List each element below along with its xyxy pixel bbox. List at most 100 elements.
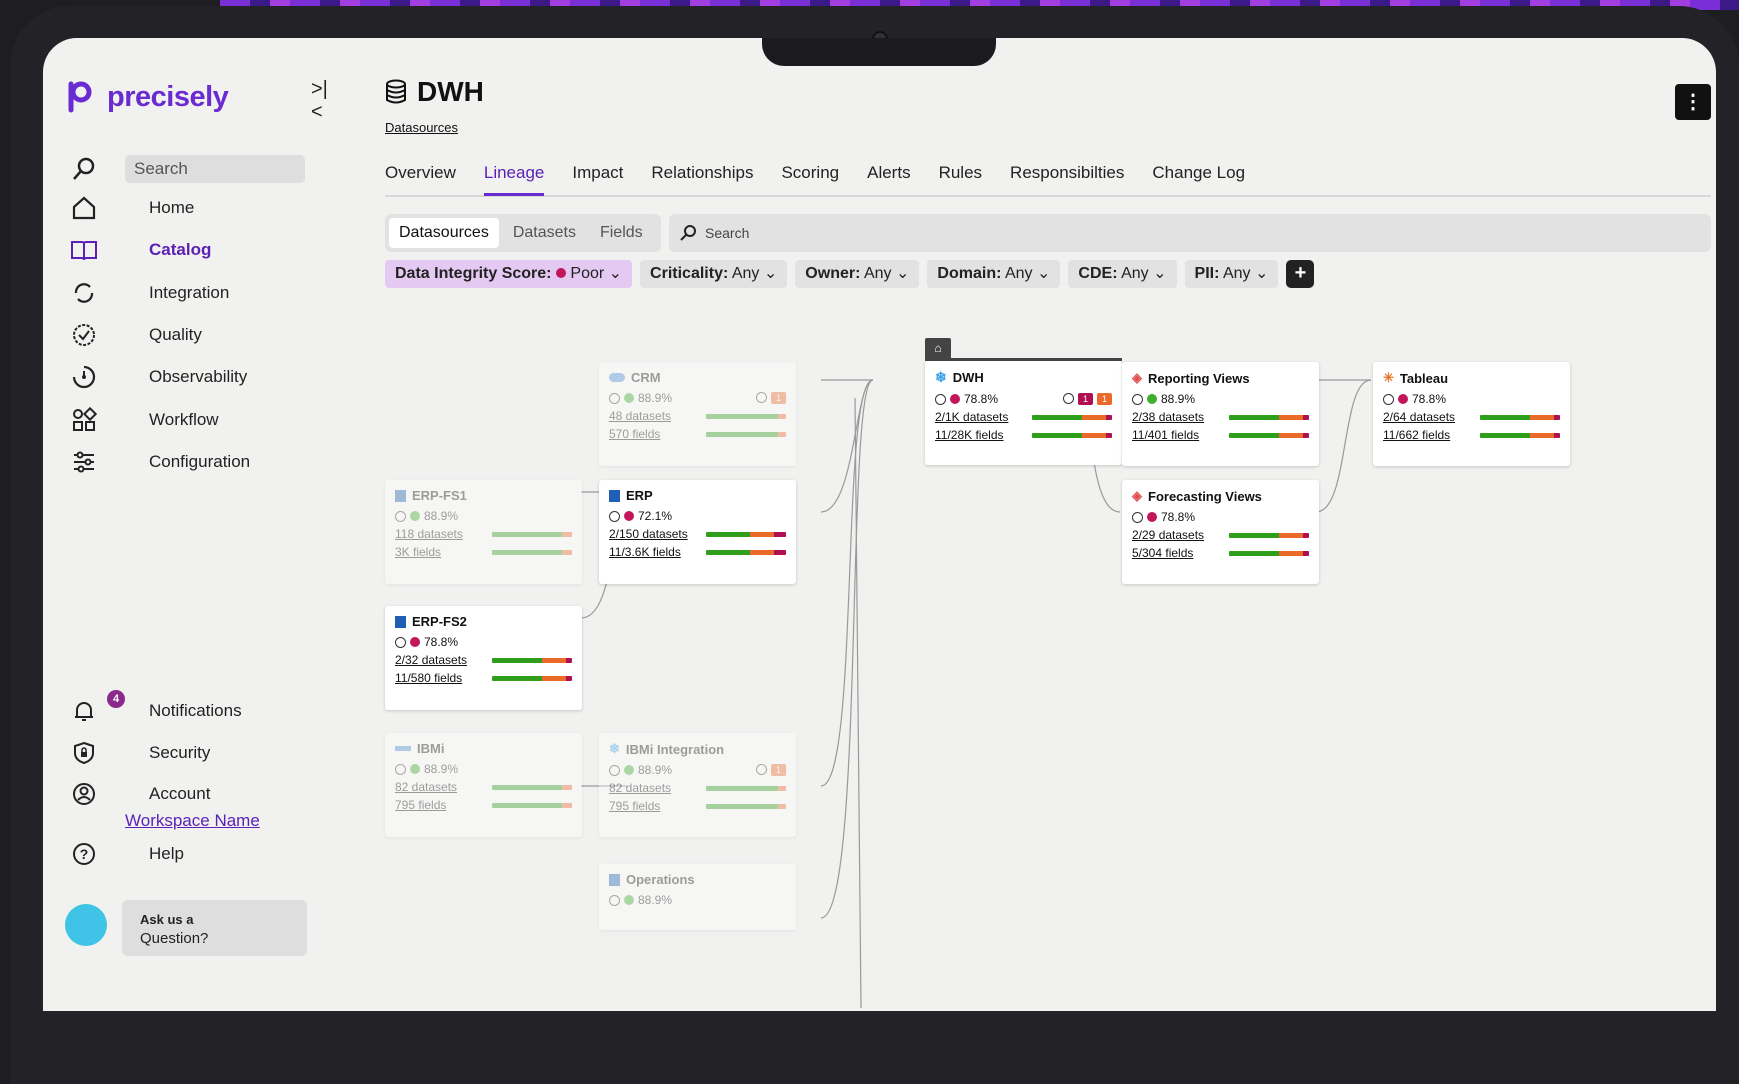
lineage-node-operations[interactable]: Operations 88.9% bbox=[599, 864, 796, 930]
score-value: 88.9% bbox=[638, 391, 673, 405]
notification-count-badge: 4 bbox=[107, 690, 125, 708]
datasets-link[interactable]: 2/32 datasets bbox=[395, 653, 467, 667]
alert-tag: 1 bbox=[770, 392, 786, 404]
fields-row: 5/304 fields bbox=[1132, 546, 1309, 560]
quality-icon bbox=[1132, 393, 1143, 405]
fields-link[interactable]: 795 fields bbox=[395, 798, 446, 812]
sidebar-item-home[interactable]: Home bbox=[67, 193, 194, 223]
server-icon bbox=[395, 746, 411, 751]
lineage-node-tableau[interactable]: ✳ Tableau 78.8% 2/64 datasets 11/662 fiel… bbox=[1373, 362, 1570, 466]
datasets-link[interactable]: 2/29 datasets bbox=[1132, 528, 1204, 542]
sidebar-item-label: Quality bbox=[149, 325, 202, 344]
sidebar-item-label: Observability bbox=[149, 367, 248, 386]
hexagon-icon bbox=[395, 489, 406, 502]
fields-row: 11/28K fields bbox=[935, 428, 1112, 442]
main-content: DWH Datasources ⋮ Overview Lineage Impac… bbox=[385, 38, 1716, 1011]
observability-icon bbox=[755, 392, 767, 403]
fields-link[interactable]: 11/28K fields bbox=[935, 428, 1004, 442]
datasets-link[interactable]: 2/1K datasets bbox=[935, 410, 1008, 424]
datasets-link[interactable]: 2/150 datasets bbox=[609, 527, 688, 541]
score-status-icon bbox=[624, 895, 634, 905]
lineage-node-ibmi-integration[interactable]: ❄ IBMi Integration 88.9% 1 82 datasets 795… bbox=[599, 733, 796, 837]
fields-link[interactable]: 795 fields bbox=[609, 799, 660, 813]
shield-icon bbox=[67, 738, 101, 768]
score-value: 88.9% bbox=[424, 509, 459, 523]
node-name: Operations bbox=[626, 872, 695, 887]
sidebar-item-configuration[interactable]: Configuration bbox=[67, 447, 250, 477]
lineage-node-ibmi[interactable]: IBMi 88.9% 82 datasets 795 fields bbox=[385, 733, 582, 837]
lineage-node-erp[interactable]: ERP 72.1% 2/150 datasets 11/3.6K fields bbox=[599, 480, 796, 584]
datasets-link[interactable]: 82 datasets bbox=[395, 780, 457, 794]
score-bar bbox=[1229, 414, 1309, 420]
lineage-node-forecasting-views[interactable]: ◈ Forecasting Views 78.8% 2/29 datasets 5… bbox=[1122, 480, 1319, 584]
node-title: IBMi bbox=[395, 741, 572, 756]
score-bar bbox=[1229, 432, 1309, 438]
cloud-icon bbox=[609, 373, 625, 382]
sidebar-item-quality[interactable]: Quality bbox=[67, 320, 202, 350]
fields-link[interactable]: 570 fields bbox=[609, 427, 660, 441]
tableau-icon: ✳ bbox=[1383, 370, 1394, 385]
home-node-icon[interactable]: ⌂ bbox=[925, 338, 951, 358]
fields-link[interactable]: 11/662 fields bbox=[1383, 428, 1450, 442]
score-bar bbox=[492, 531, 572, 537]
lineage-node-erp-fs2[interactable]: ERP-FS2 78.8% 2/32 datasets 11/580 field… bbox=[385, 606, 582, 710]
score-bar bbox=[492, 675, 572, 681]
datasets-link[interactable]: 48 datasets bbox=[609, 409, 671, 423]
datasets-link[interactable]: 2/38 datasets bbox=[1132, 410, 1204, 424]
snowflake-icon: ❄ bbox=[609, 741, 620, 756]
sidebar-item-help[interactable]: ? Help bbox=[67, 839, 184, 869]
sidebar-item-security[interactable]: Security bbox=[67, 738, 210, 768]
layers-icon: ◈ bbox=[1132, 488, 1142, 503]
datasets-row: 2/64 datasets bbox=[1383, 410, 1560, 424]
sidebar-item-account[interactable]: Account bbox=[67, 779, 210, 809]
sidebar-item-observability[interactable]: Observability bbox=[67, 362, 247, 392]
lineage-node-crm[interactable]: CRM 88.9% 1 48 datasets 570 fields bbox=[599, 362, 796, 466]
sidebar-item-catalog[interactable]: Catalog bbox=[67, 235, 211, 265]
score-value: 88.9% bbox=[638, 893, 673, 907]
fields-link[interactable]: 11/3.6K fields bbox=[609, 545, 681, 559]
node-title: ❄ DWH bbox=[935, 369, 1112, 386]
node-score: 88.9% bbox=[609, 893, 786, 907]
fields-link[interactable]: 11/580 fields bbox=[395, 671, 462, 685]
alert-tag-warning[interactable]: 1 bbox=[1096, 393, 1112, 405]
sidebar-item-integration[interactable]: Integration bbox=[67, 278, 229, 308]
sidebar-search-input[interactable]: Search bbox=[125, 155, 305, 183]
device-bottom-bezel bbox=[10, 1011, 1739, 1084]
alert-tags: 1 bbox=[755, 392, 786, 404]
lineage-node-reporting-views[interactable]: ◈ Reporting Views 88.9% 2/38 datasets 11/… bbox=[1122, 362, 1319, 466]
sidebar-item-label: Notifications bbox=[149, 701, 242, 720]
fields-link[interactable]: 11/401 fields bbox=[1132, 428, 1199, 442]
datasets-link[interactable]: 2/64 datasets bbox=[1383, 410, 1455, 424]
hexagon-icon bbox=[609, 489, 620, 502]
quality-icon bbox=[67, 320, 101, 350]
fields-link[interactable]: 3K fields bbox=[395, 545, 441, 559]
sliders-icon bbox=[67, 447, 101, 477]
datasets-row: 48 datasets bbox=[609, 409, 786, 423]
workflow-icon bbox=[67, 405, 101, 435]
fields-row: 11/580 fields bbox=[395, 671, 572, 685]
quality-icon bbox=[395, 636, 406, 648]
datasets-link[interactable]: 82 datasets bbox=[609, 781, 671, 795]
sidebar-item-notifications[interactable]: 4 Notifications bbox=[67, 690, 242, 726]
alert-tag: 1 bbox=[770, 764, 786, 776]
alert-tag-critical[interactable]: 1 bbox=[1077, 393, 1093, 405]
sidebar-item-workflow[interactable]: Workflow bbox=[67, 405, 219, 435]
chat-avatar-icon[interactable] bbox=[65, 904, 107, 946]
fields-link[interactable]: 5/304 fields bbox=[1132, 546, 1193, 560]
workspace-name-link[interactable]: Workspace Name bbox=[125, 811, 260, 831]
score-bar bbox=[492, 802, 572, 808]
lineage-node-erp-fs1[interactable]: ERP-FS1 88.9% 118 datasets 3K fields bbox=[385, 480, 582, 584]
collapse-sidebar-icon[interactable]: >|< bbox=[311, 78, 333, 124]
ask-question-button[interactable]: Ask us a Question? bbox=[122, 900, 307, 956]
datasets-row: 82 datasets bbox=[609, 781, 786, 795]
node-name: ERP-FS2 bbox=[412, 614, 467, 629]
lineage-node-dwh[interactable]: ❄ DWH 78.8% 1 1 2/1K datasets 11/28K fields bbox=[925, 361, 1122, 465]
score-status-icon bbox=[410, 637, 420, 647]
node-name: DWH bbox=[952, 370, 984, 385]
score-bar bbox=[492, 657, 572, 663]
bell-icon bbox=[67, 696, 101, 726]
datasets-link[interactable]: 118 datasets bbox=[395, 527, 463, 541]
sidebar-search[interactable] bbox=[67, 154, 101, 184]
score-status-icon bbox=[950, 394, 960, 404]
logo[interactable]: precisely bbox=[67, 80, 229, 114]
